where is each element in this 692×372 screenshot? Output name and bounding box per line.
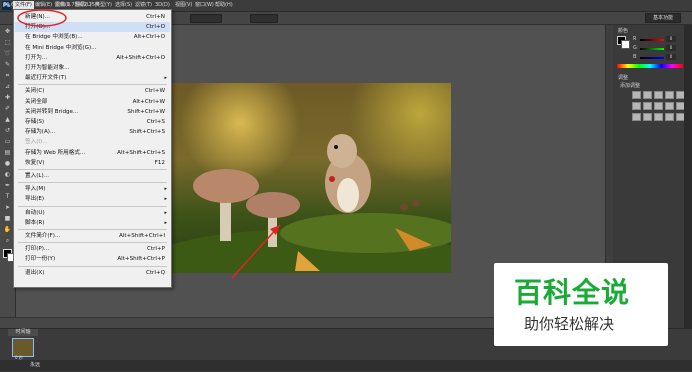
watermark-subtitle: 助你轻松解决 (524, 315, 615, 333)
watermark-title: 百科全说 (514, 276, 631, 309)
annotation-arrow-line (231, 224, 281, 279)
annotation-circle (17, 9, 67, 27)
